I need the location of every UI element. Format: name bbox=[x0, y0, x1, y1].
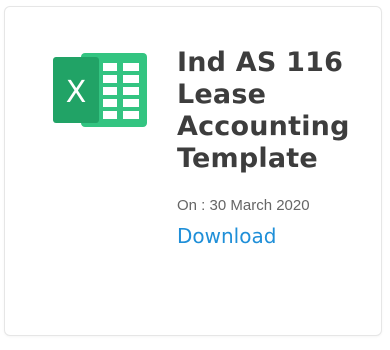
publish-date: On : 30 March 2020 bbox=[177, 197, 377, 214]
date-value: 30 March 2020 bbox=[209, 197, 310, 214]
title-line: Ind AS 116 bbox=[177, 47, 344, 78]
date-prefix: On : bbox=[177, 197, 210, 214]
card-title: Ind AS 116 Lease Accounting Template bbox=[177, 47, 377, 175]
title-line: Template bbox=[177, 143, 318, 174]
download-link[interactable]: Download bbox=[177, 224, 276, 248]
title-line: Accounting bbox=[177, 111, 350, 142]
excel-icon-letter: X bbox=[66, 75, 87, 110]
card-content: Ind AS 116 Lease Accounting Template On … bbox=[177, 47, 377, 248]
title-line: Lease bbox=[177, 79, 267, 110]
resource-card: X Ind AS 116 Lease Accounting Template O… bbox=[4, 6, 382, 336]
excel-file-icon: X bbox=[53, 53, 147, 127]
